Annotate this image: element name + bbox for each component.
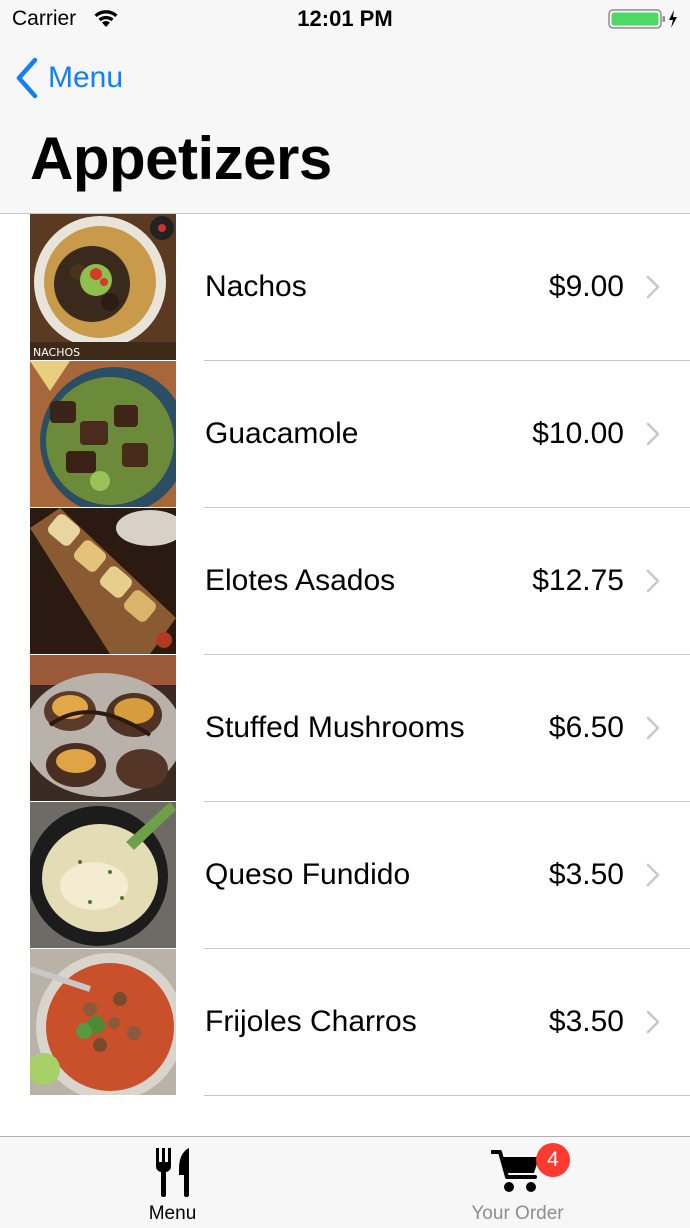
elotes-asados-thumbnail (30, 508, 176, 654)
frijoles-charros-thumbnail (30, 949, 176, 1095)
item-price: $3.50 (548, 1005, 624, 1038)
tab-menu-label: Menu (148, 1203, 197, 1224)
tab-menu[interactable]: Menu (0, 1137, 345, 1228)
stuffed-mushrooms-thumbnail (30, 655, 176, 801)
guacamole-thumbnail (30, 361, 176, 507)
back-button-label: Menu (48, 61, 124, 94)
app-screen: Carrier 12:01 PM Menu Appetizers NACHOS … (0, 0, 690, 1228)
item-price: $6.50 (548, 711, 624, 744)
chevron-right-icon (646, 716, 660, 740)
queso-fundido-thumbnail (30, 802, 176, 948)
chevron-right-icon (646, 863, 660, 887)
list-item-stuffed-mushrooms[interactable]: Stuffed Mushrooms $6.50 (0, 655, 690, 802)
row-separator (204, 1095, 690, 1096)
list-item-queso-fundido[interactable]: Queso Fundido $3.50 (0, 802, 690, 949)
item-name: Guacamole (205, 417, 359, 450)
cart-icon (490, 1150, 539, 1192)
tab-your-order[interactable]: 4 Your Order (345, 1137, 690, 1228)
chevron-right-icon (646, 422, 660, 446)
nachos-thumb-caption: NACHOS (33, 346, 80, 359)
list-item-guacamole[interactable]: Guacamole $10.00 (0, 361, 690, 508)
item-name: Nachos (205, 270, 307, 303)
battery-charging-icon (608, 8, 680, 30)
item-name: Frijoles Charros (205, 1005, 417, 1038)
appetizer-list: NACHOS Nachos $9.00 Guacamole $10.00 Elo… (0, 214, 690, 1096)
chevron-right-icon (646, 569, 660, 593)
list-item-frijoles-charros[interactable]: Frijoles Charros $3.50 (0, 949, 690, 1096)
back-button[interactable]: Menu (14, 56, 123, 100)
item-price: $12.75 (532, 564, 624, 597)
list-item-nachos[interactable]: NACHOS Nachos $9.00 (0, 214, 690, 361)
fork-knife-icon (155, 1148, 189, 1197)
page-title: Appetizers (30, 125, 332, 192)
item-name: Stuffed Mushrooms (205, 711, 465, 744)
item-price: $3.50 (548, 858, 624, 891)
order-count-badge: 4 (536, 1143, 570, 1177)
tab-your-order-label: Your Order (471, 1203, 564, 1224)
item-price: $10.00 (532, 417, 624, 450)
list-item-elotes-asados[interactable]: Elotes Asados $12.75 (0, 508, 690, 655)
chevron-right-icon (646, 275, 660, 299)
nachos-thumbnail: NACHOS (30, 214, 176, 360)
item-price: $9.00 (548, 270, 624, 303)
status-time: 12:01 PM (297, 6, 393, 31)
item-name: Elotes Asados (205, 564, 396, 597)
item-name: Queso Fundido (205, 858, 411, 891)
chevron-right-icon (646, 1010, 660, 1034)
tab-bar: Menu 4 Your Order (0, 1136, 690, 1228)
chevron-left-icon (16, 57, 38, 99)
status-bar: Carrier 12:01 PM (0, 0, 690, 40)
navigation-bar: Menu Appetizers (0, 40, 690, 214)
